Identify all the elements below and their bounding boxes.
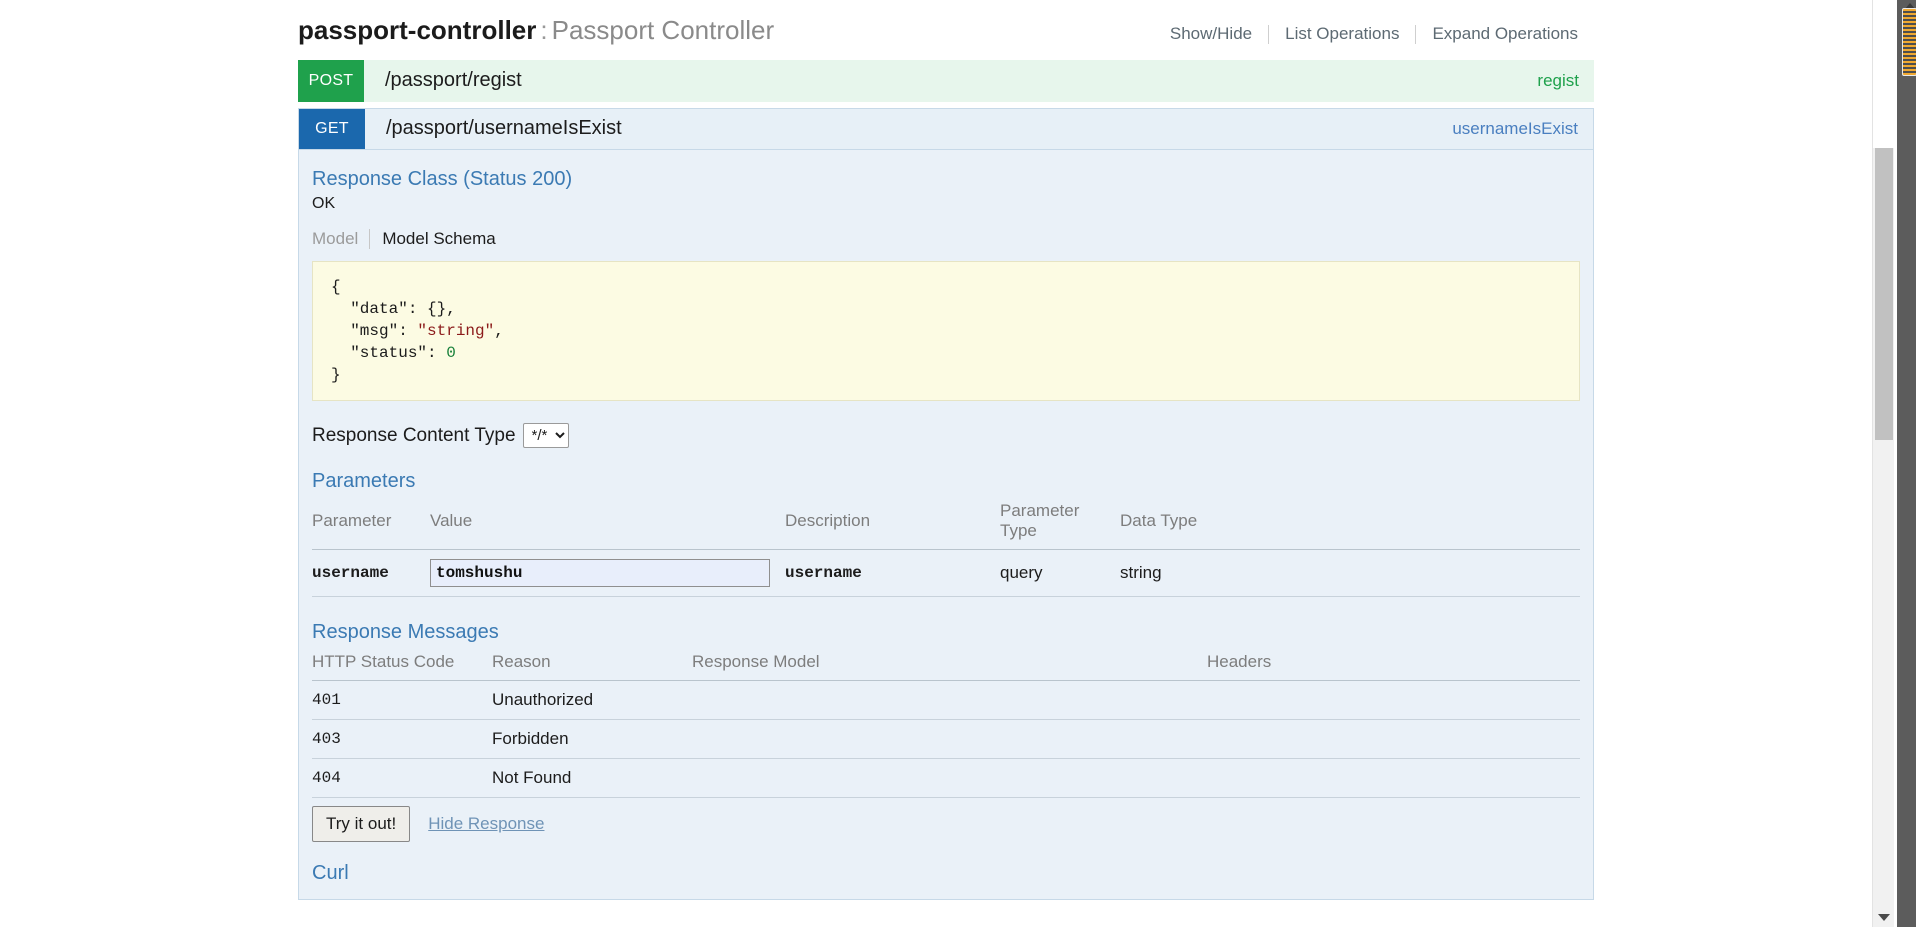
browser-scrollbar[interactable] <box>1894 0 1916 927</box>
parameters-section: Parameters Parameter Value Description P… <box>312 468 1580 598</box>
operation-summary[interactable]: regist <box>1537 60 1594 102</box>
endpoint-get-passport-usernameisexist: GET /passport/usernameIsExist usernameIs… <box>298 107 1594 901</box>
parameter-value-cell <box>430 549 785 598</box>
page-scrollbar-thumb[interactable] <box>1875 148 1893 440</box>
status-response-model <box>692 680 1207 721</box>
status-reason: Unauthorized <box>492 680 692 721</box>
app-root: passport-controller: Passport Controller … <box>0 0 1916 927</box>
status-response-model <box>692 719 1207 760</box>
status-headers <box>1207 680 1580 721</box>
operation-bar[interactable]: POST /passport/regist regist <box>298 59 1594 102</box>
resource-description: Passport Controller <box>551 15 775 45</box>
parameters-heading: Parameters <box>312 470 416 493</box>
schema-line-data: "data": {}, <box>331 299 456 318</box>
http-method-badge: GET <box>299 108 365 149</box>
page-title: passport-controller: Passport Controller <box>298 15 775 46</box>
list-operations-link[interactable]: List Operations <box>1269 24 1415 44</box>
schema-line-close: } <box>331 366 341 385</box>
status-response-model <box>692 758 1207 799</box>
operation-bar[interactable]: GET /passport/usernameIsExist usernameIs… <box>298 107 1594 150</box>
response-content-type-label: Response Content Type <box>312 424 516 446</box>
column-header-parameter-type: Parameter Type <box>1000 497 1120 551</box>
model-schema-code[interactable]: { "data": {}, "msg": "string", "status":… <box>312 260 1580 402</box>
tab-model-schema[interactable]: Model Schema <box>370 229 495 249</box>
status-code: 401 <box>312 680 492 721</box>
response-messages-heading: Response Messages <box>312 621 499 644</box>
status-code: 403 <box>312 719 492 760</box>
operation-details-panel: Response Class (Status 200) OK Model Mod… <box>298 149 1594 901</box>
column-header-reason: Reason <box>492 648 692 682</box>
scrollbar-top-gap <box>1873 0 1895 148</box>
schema-line-msg-comma: , <box>494 322 504 341</box>
response-class-status: OK <box>312 194 336 212</box>
column-header-value: Value <box>430 497 785 551</box>
column-header-data-type: Data Type <box>1120 497 1580 551</box>
response-content-type-select[interactable]: */* <box>522 423 569 449</box>
column-header-headers: Headers <box>1207 648 1580 682</box>
expand-operations-link[interactable]: Expand Operations <box>1416 24 1578 44</box>
resource-name: passport-controller <box>298 15 537 45</box>
parameter-description: username <box>785 549 1000 598</box>
table-row: 403 Forbidden <box>312 719 1580 760</box>
schema-line-msg-value: "string" <box>417 322 495 341</box>
schema-line-open: { <box>331 277 341 296</box>
browser-scrollbar-track[interactable] <box>1897 0 1916 927</box>
response-class-heading: Response Class (Status 200) <box>312 167 573 190</box>
username-input[interactable] <box>430 559 770 588</box>
column-header-response-model: Response Model <box>692 648 1207 682</box>
browser-scrollbar-thumb[interactable] <box>1902 8 1916 76</box>
tab-model[interactable]: Model <box>312 229 369 249</box>
table-row: username username query string <box>312 549 1580 598</box>
status-headers <box>1207 719 1580 760</box>
resource-header: passport-controller: Passport Controller … <box>298 0 1594 60</box>
status-headers <box>1207 758 1580 799</box>
column-header-parameter: Parameter <box>312 497 430 551</box>
page-scrollbar[interactable] <box>1872 0 1895 927</box>
schema-line-msg-key: "msg": <box>331 322 418 341</box>
http-method-badge: POST <box>298 59 364 102</box>
parameters-table: Parameter Value Description Parameter Ty… <box>312 497 1580 598</box>
column-header-http-status-code: HTTP Status Code <box>312 648 492 682</box>
schema-line-status-key: "status": <box>331 344 447 363</box>
parameter-type: query <box>1000 549 1120 598</box>
response-messages-table: HTTP Status Code Reason Response Model H… <box>312 648 1580 799</box>
submit-row: Try it out! Hide Response <box>312 798 1580 843</box>
title-separator: : <box>540 15 548 45</box>
table-header-row: Parameter Value Description Parameter Ty… <box>312 497 1580 551</box>
resource-options: Show/Hide List Operations Expand Operati… <box>1170 24 1578 44</box>
curl-heading: Curl <box>312 862 349 885</box>
column-header-description: Description <box>785 497 1000 551</box>
status-reason: Forbidden <box>492 719 692 760</box>
hide-response-link[interactable]: Hide Response <box>428 814 544 834</box>
scroll-down-arrow-icon[interactable] <box>1878 914 1890 921</box>
response-messages-section: Response Messages HTTP Status Code Reaso… <box>312 619 1580 799</box>
schema-line-status-value: 0 <box>446 344 456 363</box>
model-tabs: Model Model Schema <box>312 228 1580 249</box>
table-header-row: HTTP Status Code Reason Response Model H… <box>312 648 1580 682</box>
endpoint-post-passport-regist: POST /passport/regist regist <box>298 59 1594 102</box>
operation-path[interactable]: /passport/usernameIsExist <box>365 109 1452 149</box>
operation-path[interactable]: /passport/regist <box>364 60 1537 102</box>
status-reason: Not Found <box>492 758 692 799</box>
resource-passport-controller: passport-controller: Passport Controller … <box>298 0 1594 906</box>
parameter-name: username <box>312 549 430 598</box>
show-hide-link[interactable]: Show/Hide <box>1170 24 1268 44</box>
table-row: 401 Unauthorized <box>312 680 1580 721</box>
parameter-data-type: string <box>1120 549 1580 598</box>
status-code: 404 <box>312 758 492 799</box>
table-row: 404 Not Found <box>312 758 1580 799</box>
operation-summary[interactable]: usernameIsExist <box>1452 109 1593 149</box>
try-it-out-button[interactable]: Try it out! <box>312 806 411 843</box>
response-content-type-row: Response Content Type */* <box>312 423 1580 449</box>
